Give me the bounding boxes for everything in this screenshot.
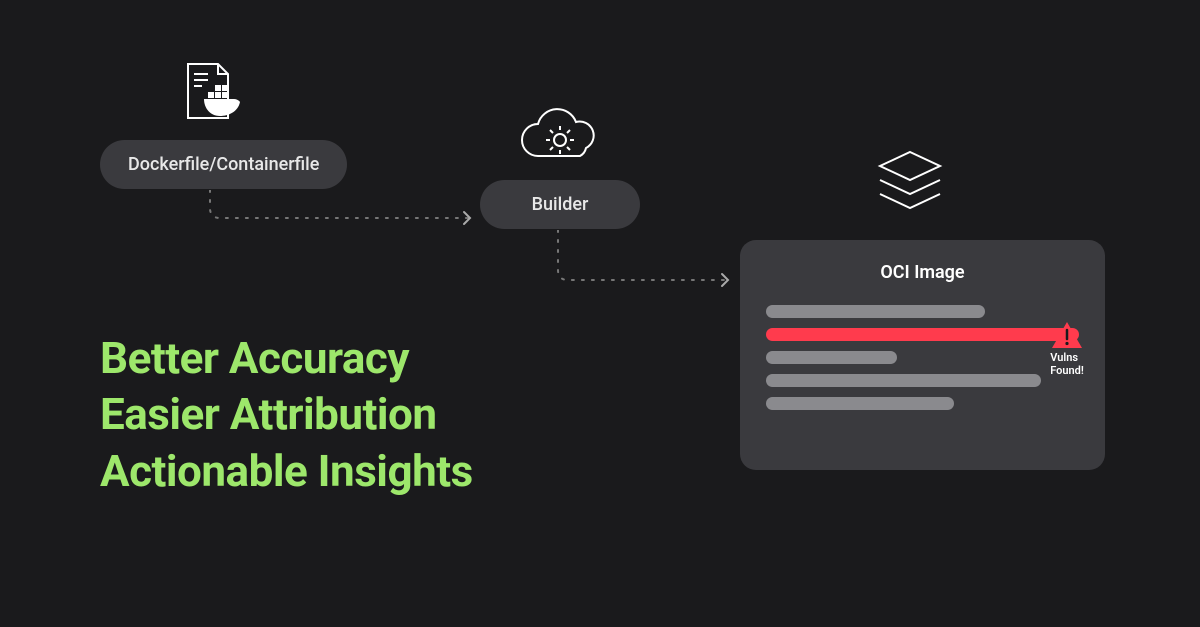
headline-line-1: Better Accuracy <box>100 330 473 386</box>
flow-arrow-1 <box>200 190 490 230</box>
dockerfile-icon <box>178 58 248 132</box>
builder-node: Builder <box>480 180 640 229</box>
vuln-label: Vulns Found! <box>1050 352 1084 377</box>
diagram-canvas: Dockerfile/Containerfile Builder <box>0 0 1200 627</box>
oci-layer <box>766 305 985 318</box>
warning-triangle-icon <box>1050 320 1084 350</box>
vuln-badge: Vulns Found! <box>1050 320 1084 377</box>
headline: Better Accuracy Easier Attribution Actio… <box>100 330 473 499</box>
dockerfile-node: Dockerfile/Containerfile <box>100 140 347 189</box>
oci-title: OCI Image <box>766 262 1079 283</box>
flow-arrow-2 <box>548 230 748 310</box>
headline-line-3: Actionable Insights <box>100 443 473 499</box>
oci-layer <box>766 351 897 364</box>
cloud-gear-icon <box>512 106 608 174</box>
dockerfile-label: Dockerfile/Containerfile <box>128 154 319 175</box>
layers-icon <box>870 148 950 224</box>
headline-line-2: Easier Attribution <box>100 386 473 442</box>
oci-layer <box>766 397 954 410</box>
oci-layer <box>766 374 1041 387</box>
oci-layer-vulnerable <box>766 328 1079 341</box>
builder-label: Builder <box>532 194 589 215</box>
oci-layer-list <box>766 305 1079 410</box>
